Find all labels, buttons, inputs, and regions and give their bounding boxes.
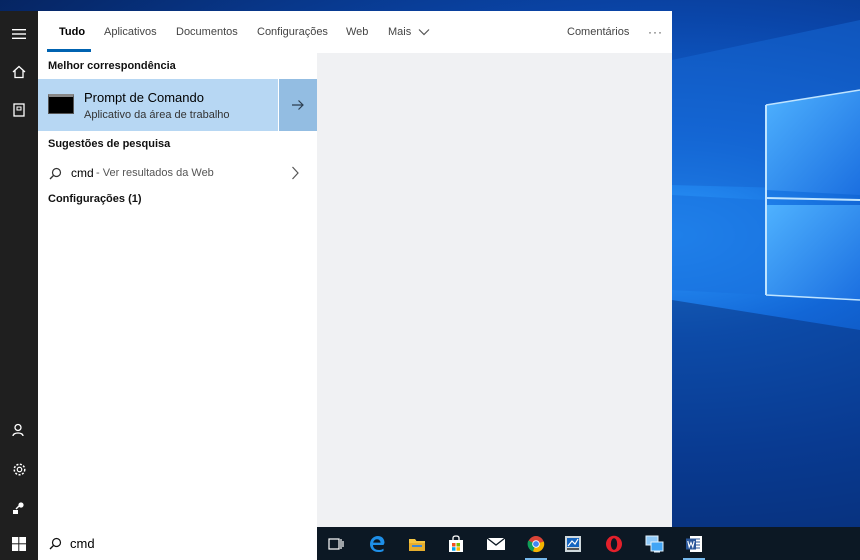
edge-icon[interactable] <box>365 532 389 556</box>
best-match-heading: Melhor correspondência <box>48 60 176 72</box>
tab-web[interactable]: Web <box>346 11 368 53</box>
more-options-button[interactable]: ··· <box>648 11 663 53</box>
open-arrow-button[interactable] <box>278 79 317 131</box>
suggestion-query: cmd <box>71 166 94 180</box>
filter-tabs: Tudo Aplicativos Documentos Configuraçõe… <box>38 11 672 53</box>
web-suggestion-item[interactable]: cmd - Ver resultados da Web <box>38 159 317 187</box>
tab-all[interactable]: Tudo <box>59 11 85 53</box>
taskbar <box>0 527 860 560</box>
taskbar-search-box[interactable] <box>38 527 317 560</box>
gear-icon[interactable] <box>0 450 38 488</box>
preview-pane <box>317 53 672 527</box>
notebook-icon[interactable] <box>0 91 38 129</box>
file-explorer-icon[interactable] <box>405 532 429 556</box>
store-icon[interactable] <box>444 532 468 556</box>
results-list: Melhor correspondência Prompt de Comando… <box>38 53 317 527</box>
start-button[interactable] <box>0 527 38 560</box>
active-tab-indicator <box>47 49 91 52</box>
suggestions-heading: Sugestões de pesquisa <box>48 138 171 150</box>
tab-apps[interactable]: Aplicativos <box>104 11 157 53</box>
tab-settings[interactable]: Configurações <box>257 11 328 53</box>
feedback-icon[interactable] <box>0 489 38 527</box>
suggestion-hint: - Ver resultados da Web <box>96 167 214 179</box>
windows-logo-icon <box>12 536 26 551</box>
command-prompt-icon <box>48 94 74 114</box>
task-view-icon[interactable] <box>324 532 348 556</box>
start-rail <box>0 11 38 527</box>
search-input[interactable] <box>70 533 300 553</box>
app-icon[interactable] <box>561 532 585 556</box>
tab-more[interactable]: Mais <box>388 11 430 53</box>
settings-heading[interactable]: Configurações (1) <box>48 193 142 205</box>
feedback-link[interactable]: Comentários <box>567 11 629 53</box>
word-icon[interactable] <box>682 532 706 560</box>
home-icon[interactable] <box>0 53 38 91</box>
best-match-item[interactable]: Prompt de Comando Aplicativo da área de … <box>38 79 317 131</box>
search-icon <box>49 167 62 180</box>
chevron-right-icon <box>292 166 299 180</box>
search-panel: Tudo Aplicativos Documentos Configuraçõe… <box>38 11 672 527</box>
hamburger-icon[interactable] <box>0 15 38 53</box>
arrow-right-icon <box>292 100 304 110</box>
chevron-down-icon <box>418 29 430 36</box>
network-app-icon[interactable] <box>642 532 666 556</box>
best-match-title: Prompt de Comando <box>84 90 204 105</box>
person-icon[interactable] <box>0 411 38 449</box>
mail-icon[interactable] <box>484 532 508 556</box>
tab-documents[interactable]: Documentos <box>176 11 238 53</box>
chrome-icon[interactable] <box>524 532 548 560</box>
opera-icon[interactable] <box>602 532 626 556</box>
search-icon <box>49 537 62 550</box>
best-match-subtitle: Aplicativo da área de trabalho <box>84 109 230 121</box>
tab-more-label: Mais <box>388 26 412 38</box>
